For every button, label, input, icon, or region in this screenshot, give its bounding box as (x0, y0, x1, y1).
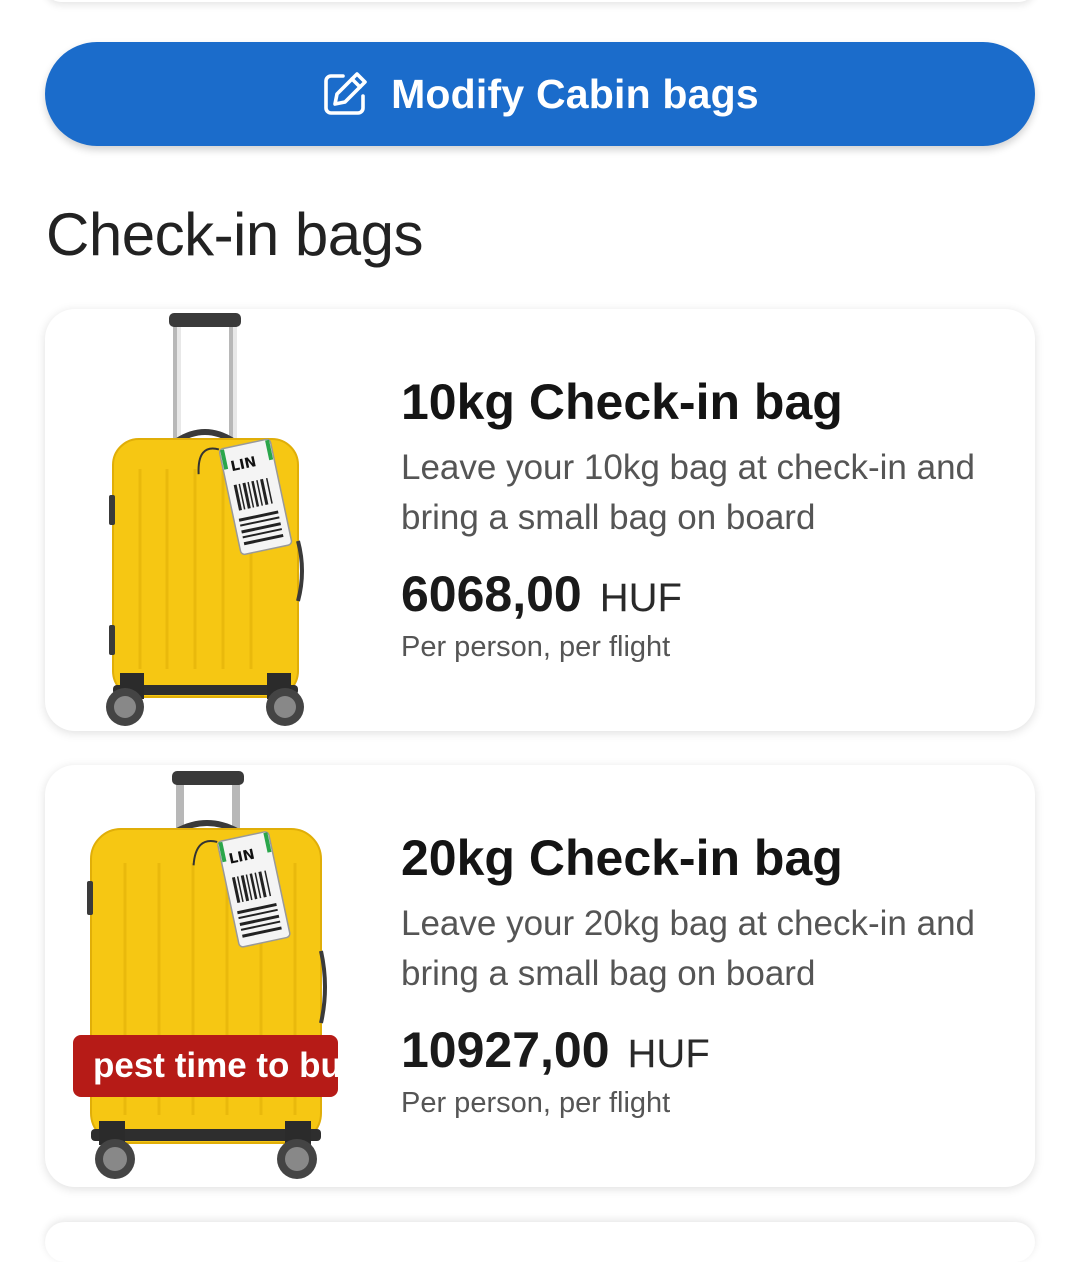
suitcase-image: LIN (45, 309, 375, 731)
bag-title: 20kg Check-in bag (401, 830, 843, 886)
price-note: Per person, per flight (401, 1087, 671, 1119)
price-currency: HUF (599, 576, 682, 620)
price-row: 10927,00 HUF (401, 1021, 1001, 1079)
modify-cabin-bags-button[interactable]: Modify Cabin bags (45, 42, 1035, 146)
promo-badge: pest time to bu (73, 1035, 338, 1097)
checkin-bag-option-20kg[interactable]: LIN pest time to bu 20kg Check-in bag Le… (45, 765, 1035, 1187)
previous-card-edge (45, 0, 1035, 2)
price-currency: HUF (627, 1032, 710, 1076)
checkin-bag-option-10kg[interactable]: LIN 10kg Check-in bag Leave your 10kg ba… (45, 309, 1035, 731)
bag-description: Leave your 10kg bag at check-in and brin… (401, 448, 975, 537)
price-amount: 6068,00 (401, 566, 582, 622)
price-row: 6068,00 HUF (401, 565, 1001, 623)
bag-title: 10kg Check-in bag (401, 374, 843, 430)
edit-icon (321, 70, 369, 118)
next-card-edge (45, 1222, 1035, 1262)
price-note: Per person, per flight (401, 631, 671, 663)
bag-description: Leave your 20kg bag at check-in and brin… (401, 904, 975, 993)
modify-cabin-bags-label: Modify Cabin bags (391, 70, 759, 117)
price-amount: 10927,00 (401, 1022, 610, 1078)
section-title: Check-in bags (46, 201, 424, 268)
suitcase-image: LIN pest time to bu (45, 765, 375, 1187)
